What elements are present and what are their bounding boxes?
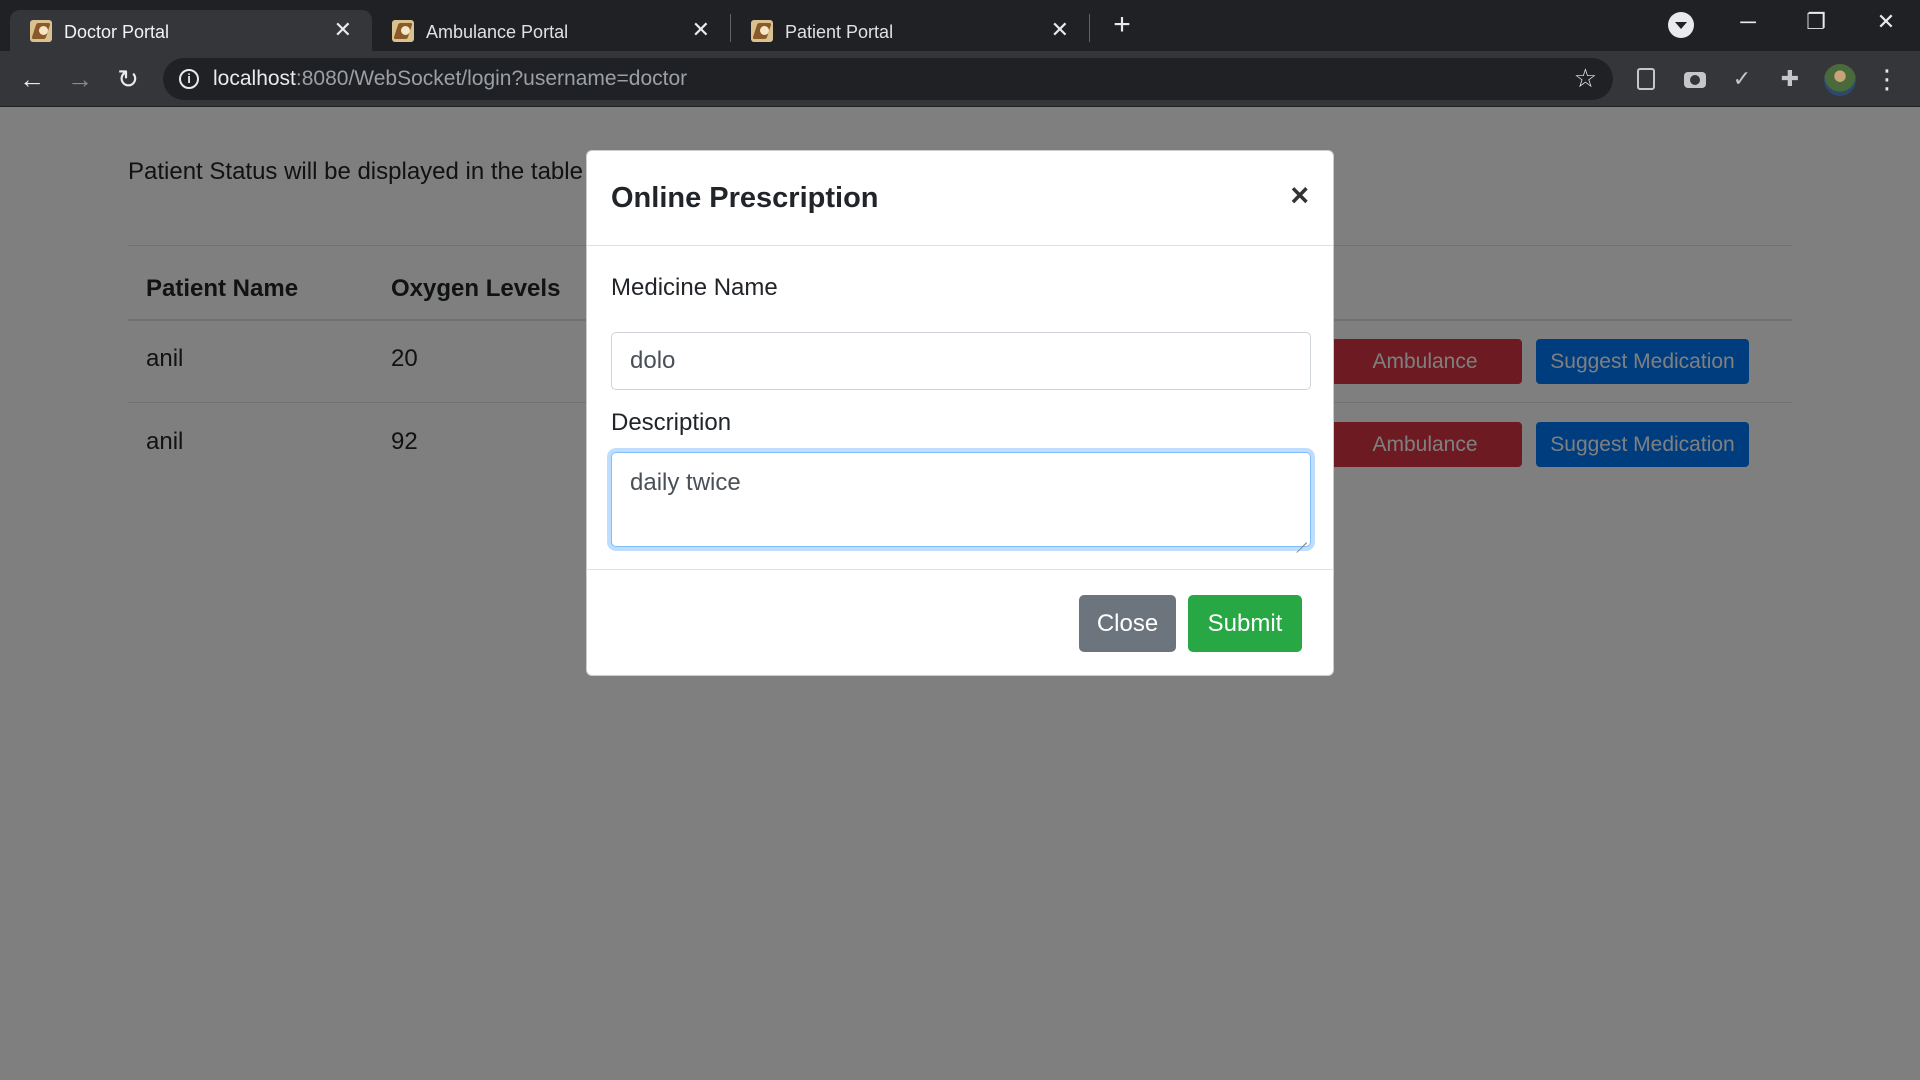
back-arrow-icon[interactable]: ← (14, 61, 50, 97)
browser-menu-icon[interactable]: ⋮ (1874, 63, 1900, 95)
modal-close-icon[interactable]: × (1290, 179, 1309, 211)
medicine-name-input[interactable]: dolo (611, 332, 1311, 390)
screenshot-camera-icon[interactable] (1684, 72, 1706, 88)
browser-tab-strip: Doctor Portal ✕ Ambulance Portal ✕ Patie… (0, 0, 1920, 51)
description-label: Description (611, 409, 732, 436)
window-close-button[interactable]: ✕ (1866, 6, 1906, 38)
submit-button[interactable]: Submit (1188, 595, 1302, 652)
tab-ambulance-portal[interactable]: Ambulance Portal ✕ (372, 10, 730, 51)
resize-handle-icon[interactable] (1295, 531, 1307, 543)
url-text[interactable]: localhost:8080/WebSocket/login?username=… (213, 67, 687, 91)
modal-footer: Close Submit (587, 569, 1333, 675)
modal-header: Online Prescription × (587, 151, 1333, 246)
tab-search-icon[interactable] (1668, 12, 1694, 38)
address-bar[interactable]: i localhost:8080/WebSocket/login?usernam… (163, 58, 1613, 100)
modal-title: Online Prescription (611, 182, 879, 214)
online-prescription-modal: Online Prescription × Medicine Name dolo… (586, 150, 1334, 676)
medicine-name-label: Medicine Name (611, 274, 778, 301)
tab-doctor-portal[interactable]: Doctor Portal ✕ (10, 10, 372, 51)
minimize-button[interactable]: ─ (1728, 6, 1768, 38)
site-favicon-icon (392, 20, 414, 42)
tab-separator (1089, 14, 1090, 42)
tab-title: Patient Portal (785, 22, 894, 42)
tab-patient-portal[interactable]: Patient Portal ✕ (731, 10, 1089, 51)
new-tab-button[interactable]: + (1108, 10, 1136, 40)
site-info-icon[interactable]: i (179, 69, 199, 89)
reload-icon[interactable]: ↻ (110, 61, 146, 97)
tab-close-icon[interactable]: ✕ (692, 19, 710, 41)
site-favicon-icon (30, 20, 52, 42)
url-path: :8080/WebSocket/login?username=doctor (295, 67, 688, 90)
forward-arrow-icon[interactable]: → (62, 61, 98, 97)
description-textarea[interactable]: daily twice (611, 452, 1311, 547)
checkmark-extension-icon[interactable]: ✓ (1728, 65, 1756, 93)
profile-avatar[interactable] (1824, 64, 1856, 96)
close-button[interactable]: Close (1079, 595, 1176, 652)
description-value: daily twice (630, 469, 741, 496)
url-host: localhost (213, 67, 296, 90)
browser-toolbar: ← → ↻ i localhost:8080/WebSocket/login?u… (0, 51, 1920, 107)
bookmark-star-icon[interactable]: ☆ (1574, 64, 1597, 92)
puzzle-extensions-icon[interactable]: ✚ (1776, 65, 1804, 93)
reading-list-icon[interactable] (1637, 68, 1655, 90)
tab-title: Ambulance Portal (426, 22, 569, 42)
tab-close-icon[interactable]: ✕ (334, 19, 352, 41)
tab-title: Doctor Portal (64, 22, 170, 42)
tab-close-icon[interactable]: ✕ (1051, 19, 1069, 41)
site-favicon-icon (751, 20, 773, 42)
restore-button[interactable]: ❐ (1796, 6, 1836, 38)
